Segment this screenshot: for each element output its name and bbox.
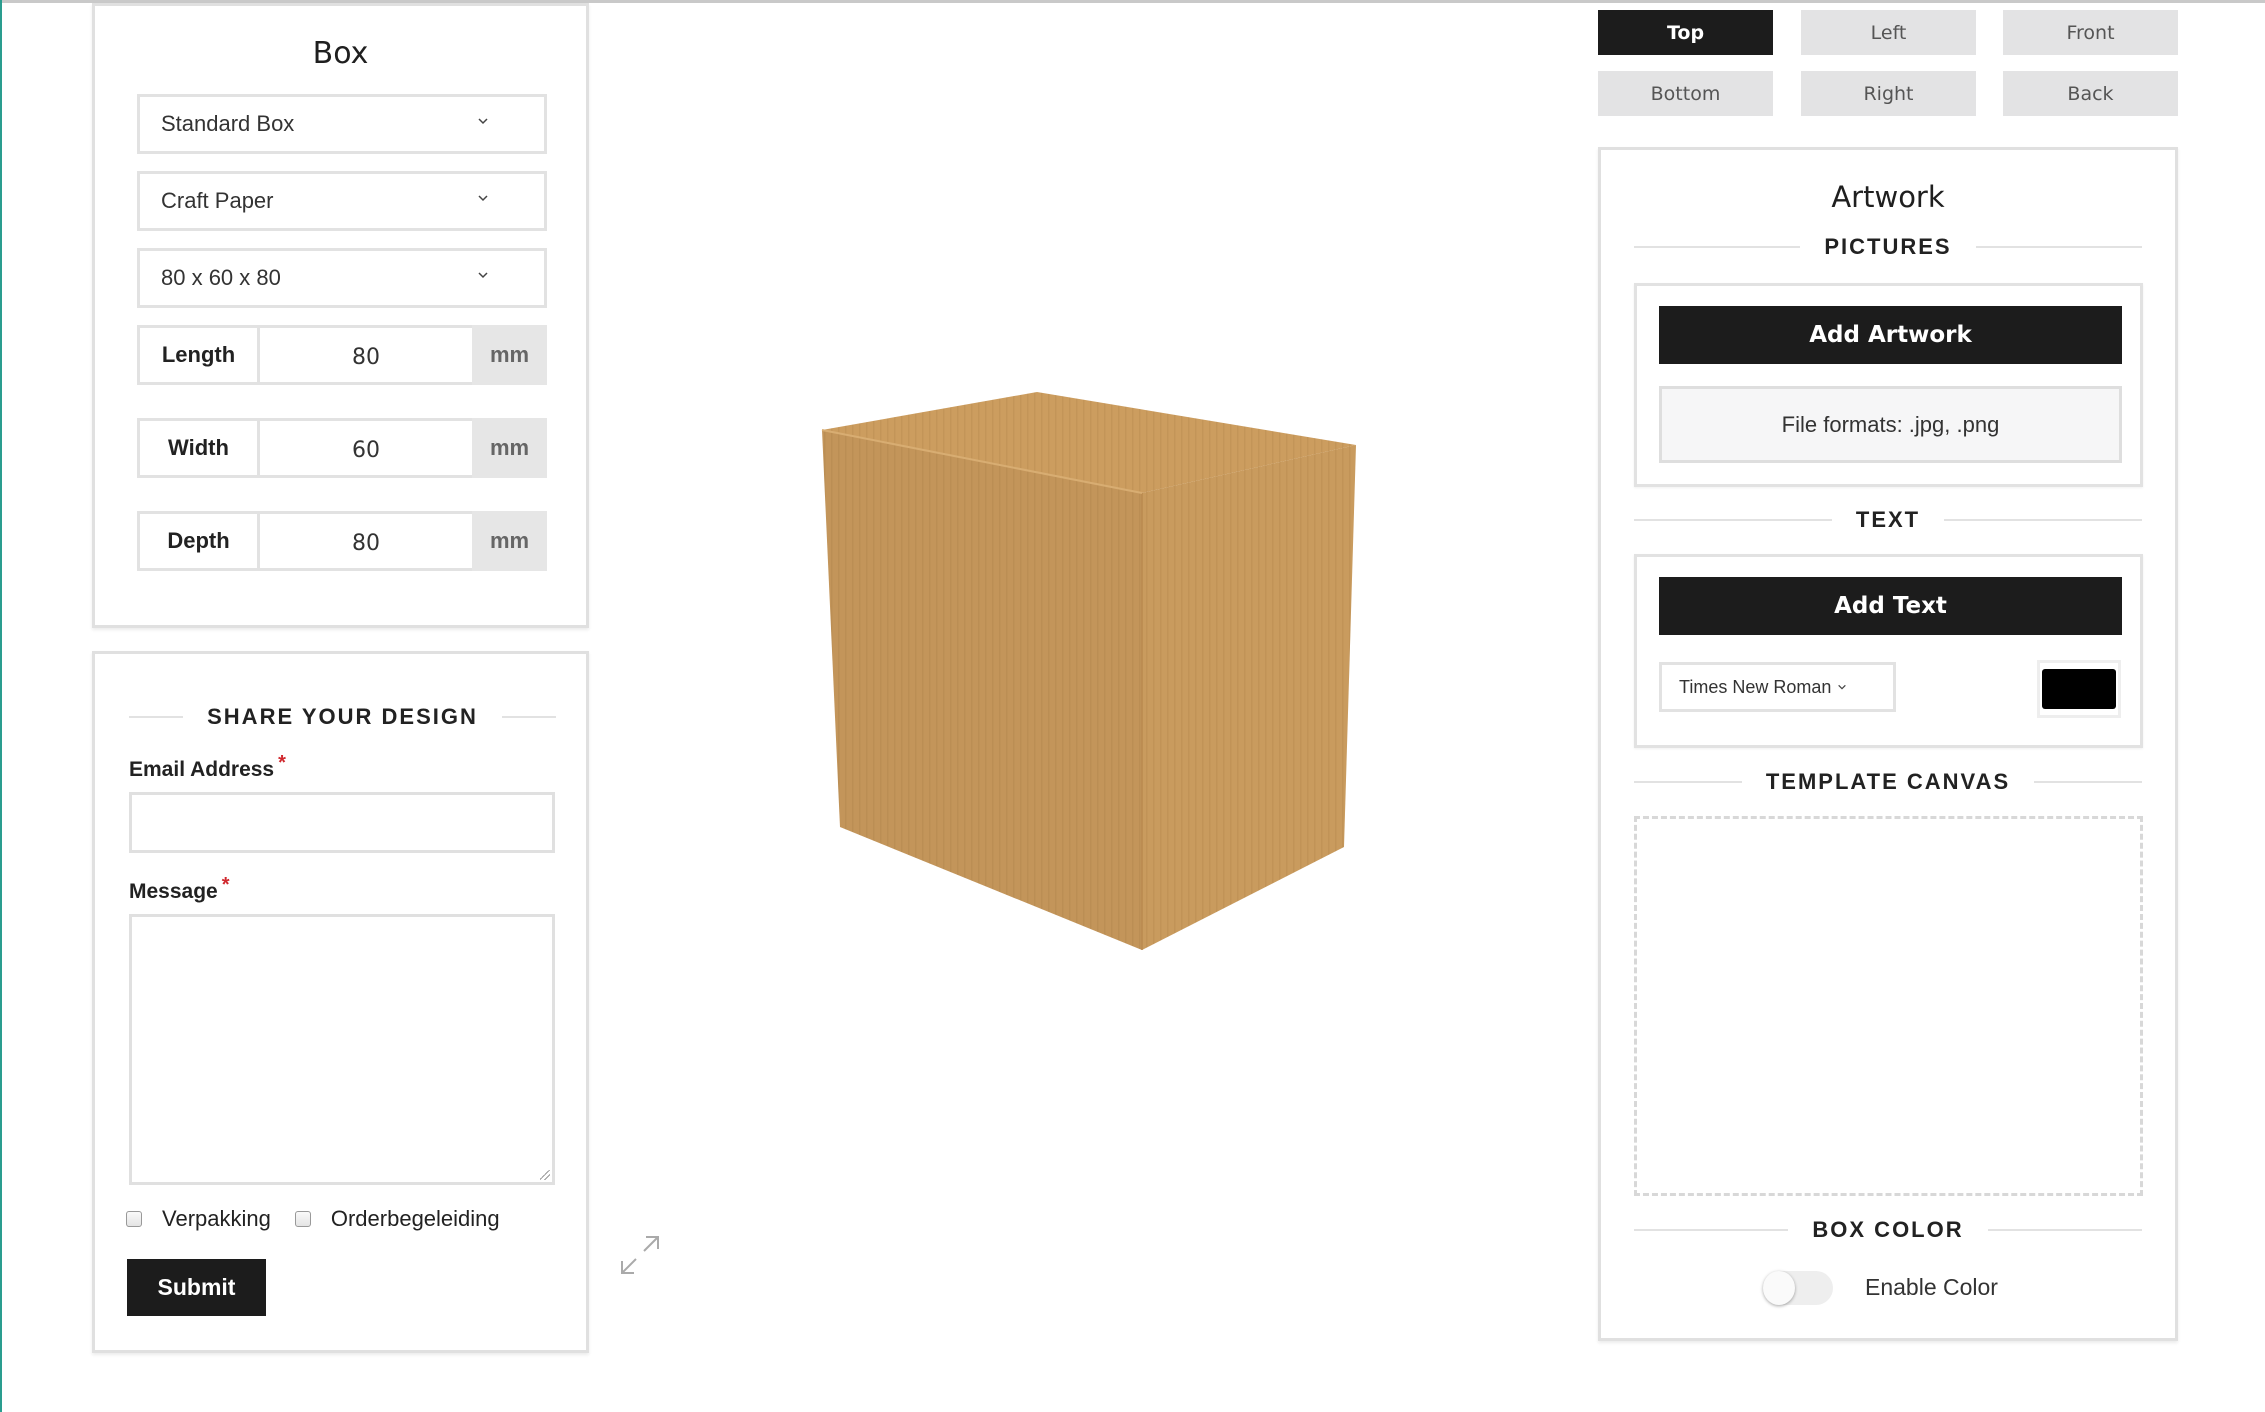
- template-canvas-heading: TEMPLATE CANVAS: [1634, 769, 2143, 795]
- template-canvas-heading-text: TEMPLATE CANVAS: [1765, 769, 2011, 794]
- verpakking-label[interactable]: Verpakking: [162, 1206, 271, 1232]
- view-top-button[interactable]: Top: [1598, 10, 1773, 55]
- expand-arrows-icon[interactable]: [618, 1233, 662, 1277]
- width-unit: mm: [472, 418, 547, 478]
- chevron-down-icon: [478, 272, 488, 279]
- artwork-title: Artwork: [1831, 180, 1945, 214]
- box-3d-preview[interactable]: [810, 385, 1370, 965]
- size-preset-select[interactable]: 80 x 60 x 80: [137, 248, 547, 308]
- divider: [129, 716, 184, 718]
- add-text-button[interactable]: Add Text: [1659, 577, 2122, 635]
- divider: [1975, 246, 2142, 248]
- view-right-button[interactable]: Right: [1801, 71, 1976, 116]
- share-design-panel: SHARE YOUR DESIGN Email Address * Message…: [92, 651, 589, 1353]
- box-color-heading-text: BOX COLOR: [1812, 1217, 1964, 1242]
- width-row: Width 60 mm: [137, 418, 547, 478]
- message-label: Message *: [129, 874, 230, 904]
- resize-grip-icon[interactable]: [540, 1170, 550, 1180]
- share-heading-text: SHARE YOUR DESIGN: [207, 704, 478, 729]
- length-input[interactable]: 80: [260, 325, 472, 385]
- file-formats-dropzone[interactable]: File formats: .jpg, .png: [1659, 386, 2122, 463]
- width-input[interactable]: 60: [260, 418, 472, 478]
- orderbegeleiding-label[interactable]: Orderbegeleiding: [331, 1206, 500, 1232]
- artwork-panel: Artwork PICTURES Add Artwork File format…: [1598, 147, 2178, 1341]
- verpakking-checkbox[interactable]: [126, 1211, 142, 1227]
- box-type-value: Standard Box: [161, 111, 295, 136]
- divider: [1944, 519, 2143, 521]
- left-accent-border: [0, 0, 2, 1412]
- email-label-text: Email Address: [129, 758, 275, 781]
- text-color-swatch: [2042, 669, 2116, 709]
- share-heading: SHARE YOUR DESIGN: [129, 704, 556, 730]
- font-select[interactable]: Times New Roman: [1659, 662, 1896, 712]
- depth-row: Depth 80 mm: [137, 511, 547, 571]
- depth-label: Depth: [137, 511, 260, 571]
- required-marker: *: [278, 752, 286, 774]
- view-back-button[interactable]: Back: [2003, 71, 2178, 116]
- add-artwork-button[interactable]: Add Artwork: [1659, 306, 2122, 364]
- submit-button[interactable]: Submit: [127, 1259, 266, 1316]
- template-canvas[interactable]: [1634, 816, 2143, 1196]
- text-color-picker[interactable]: [2037, 660, 2121, 718]
- length-label: Length: [137, 325, 260, 385]
- depth-unit: mm: [472, 511, 547, 571]
- size-preset-value: 80 x 60 x 80: [161, 265, 281, 290]
- width-label: Width: [137, 418, 260, 478]
- toggle-knob: [1763, 1271, 1795, 1305]
- divider: [1634, 519, 1832, 521]
- email-field[interactable]: [129, 792, 555, 853]
- font-select-value: Times New Roman: [1679, 676, 1832, 697]
- divider: [1634, 246, 1801, 248]
- divider: [1987, 1229, 2143, 1231]
- box-panel-title: Box: [312, 36, 369, 71]
- box-front-texture: [822, 430, 1142, 950]
- view-bottom-button[interactable]: Bottom: [1598, 71, 1773, 116]
- material-value: Craft Paper: [161, 188, 274, 213]
- pictures-heading: PICTURES: [1634, 234, 2142, 260]
- text-heading-text: TEXT: [1855, 507, 1921, 532]
- message-label-text: Message: [129, 880, 218, 903]
- enable-color-toggle[interactable]: [1763, 1271, 1833, 1305]
- chevron-down-icon: [478, 118, 488, 125]
- depth-input[interactable]: 80: [260, 511, 472, 571]
- box-type-select[interactable]: Standard Box: [137, 94, 547, 154]
- chevron-down-icon: [478, 195, 488, 202]
- material-select[interactable]: Craft Paper: [137, 171, 547, 231]
- chevron-down-icon: [1838, 684, 1847, 690]
- divider: [1634, 781, 1742, 783]
- enable-color-label: Enable Color: [1865, 1274, 1998, 1300]
- pictures-heading-text: PICTURES: [1824, 234, 1952, 259]
- message-textarea[interactable]: [129, 914, 555, 1185]
- divider: [2034, 781, 2143, 783]
- text-box: Add Text Times New Roman: [1634, 554, 2143, 748]
- checkbox-group: Verpakking Orderbegeleiding: [126, 1206, 500, 1232]
- view-front-button[interactable]: Front: [2003, 10, 2178, 55]
- box-color-heading: BOX COLOR: [1634, 1217, 2143, 1243]
- length-row: Length 80 mm: [137, 325, 547, 385]
- divider: [501, 716, 556, 718]
- pictures-box: Add Artwork File formats: .jpg, .png: [1634, 283, 2143, 487]
- view-left-button[interactable]: Left: [1801, 10, 1976, 55]
- length-unit: mm: [472, 325, 547, 385]
- box-config-panel: Box Standard Box Craft Paper 80 x 60 x 8…: [92, 3, 589, 628]
- required-marker: *: [221, 874, 230, 896]
- box-right-texture: [1142, 445, 1356, 950]
- text-heading: TEXT: [1634, 507, 2143, 533]
- divider: [1634, 1229, 1789, 1231]
- orderbegeleiding-checkbox[interactable]: [294, 1211, 311, 1227]
- email-label: Email Address *: [129, 752, 286, 782]
